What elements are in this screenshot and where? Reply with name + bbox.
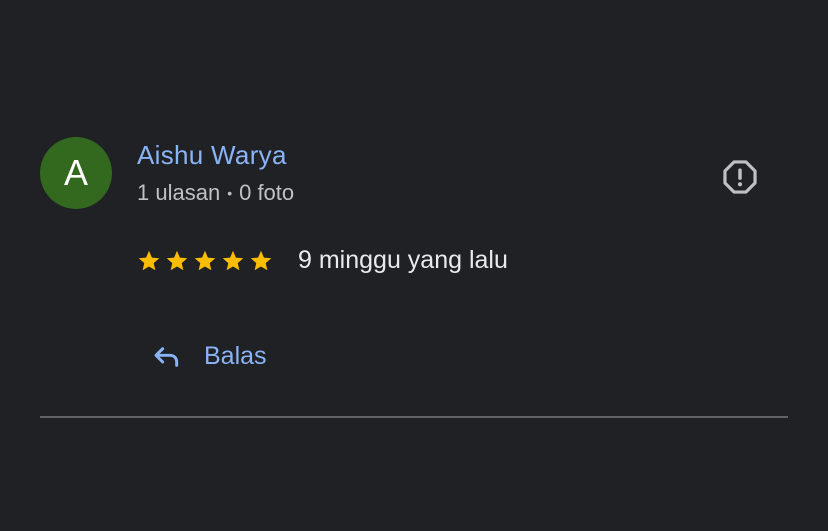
review-card: A Aishu Warya 1 ulasan • 0 foto 9 minggu…: [0, 0, 828, 531]
rating-row: 9 minggu yang lalu: [137, 246, 508, 275]
avatar-letter: A: [63, 152, 88, 193]
reply-button[interactable]: Balas: [150, 334, 267, 378]
divider: [40, 416, 788, 418]
meta-separator: •: [227, 185, 233, 201]
author-name-link[interactable]: Aishu Warya: [137, 140, 287, 171]
author-meta: 1 ulasan • 0 foto: [137, 180, 294, 206]
star-icon: [166, 250, 188, 270]
review-time: 9 minggu yang lalu: [298, 246, 508, 274]
photos-count: 0 foto: [239, 180, 295, 205]
reply-label: Balas: [204, 341, 267, 370]
avatar[interactable]: A: [40, 137, 112, 209]
star-icon: [250, 250, 272, 270]
reply-arrow-icon: [154, 347, 179, 367]
star-icon: [194, 250, 216, 270]
star-icon: [222, 250, 244, 270]
reviews-count: 1 ulasan: [137, 180, 221, 205]
star-icon: [138, 250, 160, 270]
star-rating: [137, 249, 277, 273]
report-button[interactable]: [718, 155, 762, 199]
report-octagon-icon: [723, 160, 757, 194]
